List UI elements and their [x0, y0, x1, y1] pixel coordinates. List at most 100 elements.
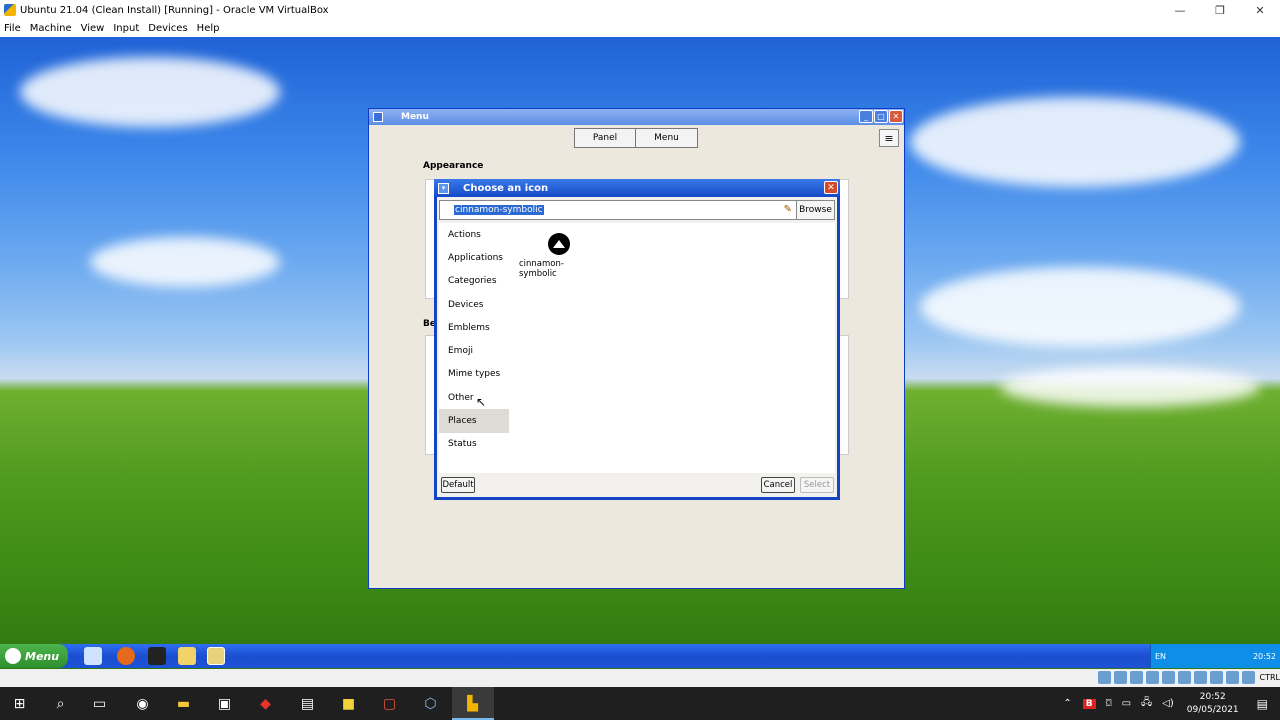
- start-menu-button[interactable]: Menu: [0, 644, 68, 668]
- terminal-icon[interactable]: [148, 647, 166, 665]
- category-places[interactable]: Places: [439, 409, 509, 433]
- cinnamon-logo-icon: [5, 648, 21, 664]
- search-icon[interactable]: ⌕: [51, 694, 70, 713]
- vbox-statusbar: CTRL: [0, 669, 1280, 687]
- battery-icon[interactable]: ▭: [1122, 698, 1131, 709]
- windows-taskbar: ⊞ ⌕ ▭ ◉ ▬ ▣ ◆ ▤ ■ ▢ ⬡ ▙ ⌃ B ⌼ ▭ 🖧 ◁) 20:…: [0, 687, 1280, 720]
- dialog-title: Choose an icon: [463, 182, 549, 194]
- menu-input[interactable]: Input: [113, 23, 139, 34]
- volume-icon[interactable]: ◁): [1162, 698, 1174, 709]
- app-cube-icon[interactable]: ⬡: [421, 694, 440, 713]
- tab-menu[interactable]: Menu: [636, 128, 698, 148]
- firefox-icon[interactable]: [117, 647, 135, 665]
- hamburger-menu-button[interactable]: ≡: [879, 129, 899, 147]
- default-button[interactable]: Default: [441, 477, 475, 493]
- cinnamon-icon: [548, 233, 570, 255]
- recording-icon[interactable]: [1209, 671, 1223, 684]
- start-label: Menu: [25, 649, 60, 663]
- menu-window-titlebar[interactable]: Menu _ □ ✕: [369, 109, 904, 125]
- category-list: Actions Applications Categories Devices …: [439, 223, 509, 456]
- menu-window-title: Menu: [401, 112, 429, 122]
- close-button[interactable]: ✕: [1240, 0, 1280, 20]
- app-red-diamond-icon[interactable]: ◆: [256, 694, 275, 713]
- clock-time: 20:52: [1199, 691, 1226, 702]
- wallpaper-cloud: [20, 57, 280, 127]
- mouse-pointer-icon: ↖: [476, 395, 487, 409]
- menu-file[interactable]: File: [4, 23, 21, 34]
- cancel-button[interactable]: Cancel: [761, 477, 795, 493]
- icon-result[interactable]: cinnamon-symbolic: [519, 233, 599, 279]
- clear-search-icon[interactable]: ✎: [784, 204, 792, 215]
- notifications-icon[interactable]: ▤: [1257, 697, 1268, 711]
- store-icon[interactable]: ▣: [215, 694, 234, 713]
- category-emoji[interactable]: Emoji: [439, 339, 509, 362]
- shared-folders-icon[interactable]: [1177, 671, 1191, 684]
- menu-devices[interactable]: Devices: [148, 23, 187, 34]
- clock-date: 09/05/2021: [1186, 704, 1239, 715]
- category-emblems[interactable]: Emblems: [439, 316, 509, 339]
- close-icon[interactable]: ✕: [889, 110, 903, 123]
- window-menu-icon[interactable]: [373, 112, 383, 122]
- wallpaper-cloud: [920, 267, 1240, 347]
- browse-button[interactable]: Browse: [797, 200, 835, 220]
- dialog-close-button[interactable]: ✕: [824, 181, 838, 194]
- category-mime-types[interactable]: Mime types: [439, 363, 509, 386]
- wallpaper-cloud: [1000, 367, 1260, 407]
- category-other[interactable]: Other: [439, 386, 509, 409]
- keyboard-layout-indicator[interactable]: EN: [1155, 652, 1166, 661]
- minimize-icon[interactable]: _: [859, 110, 873, 123]
- wallpaper-cloud: [910, 97, 1240, 187]
- show-desktop-icon[interactable]: [84, 647, 102, 665]
- chrome-icon[interactable]: ◉: [133, 694, 152, 713]
- task-view-icon[interactable]: ▭: [90, 694, 109, 713]
- usb-icon[interactable]: [1161, 671, 1175, 684]
- virtualbox-app-icon: [4, 4, 16, 16]
- files-icon[interactable]: [178, 647, 196, 665]
- maximize-button[interactable]: ❐: [1200, 0, 1240, 20]
- network-tray-icon[interactable]: 🖧: [1141, 695, 1152, 712]
- vbox-menubar: File Machine View Input Devices Help: [0, 20, 1280, 37]
- category-status[interactable]: Status: [439, 433, 509, 456]
- app-tool-icon[interactable]: ▤: [298, 694, 317, 713]
- guest-clock[interactable]: 20:52: [1253, 652, 1276, 661]
- bitdefender-icon[interactable]: B: [1082, 698, 1096, 709]
- category-categories[interactable]: Categories: [439, 270, 509, 293]
- virtualbox-icon: ▙: [467, 695, 478, 712]
- dialog-titlebar[interactable]: ▾ Choose an icon ✕: [434, 179, 840, 197]
- minimize-button[interactable]: —: [1160, 0, 1200, 20]
- maximize-icon[interactable]: □: [874, 110, 888, 123]
- category-devices[interactable]: Devices: [439, 293, 509, 316]
- file-explorer-icon[interactable]: ▬: [174, 694, 193, 713]
- settings-tabbar: Panel Menu: [574, 128, 698, 148]
- running-app-icon[interactable]: [207, 647, 225, 665]
- icon-search-input[interactable]: cinnamon-symbolic ✎: [439, 200, 797, 220]
- appearance-heading: Appearance: [423, 161, 484, 171]
- menu-help[interactable]: Help: [197, 23, 220, 34]
- audio-icon[interactable]: [1129, 671, 1143, 684]
- mouse-integration-icon[interactable]: [1241, 671, 1255, 684]
- select-button[interactable]: Select: [800, 477, 834, 493]
- vbox-titlebar: Ubuntu 21.04 (Clean Install) [Running] -…: [0, 0, 1280, 20]
- choose-icon-dialog: ▾ Choose an icon ✕ cinnamon-symbolic ✎ B…: [434, 179, 840, 500]
- network-icon[interactable]: [1145, 671, 1159, 684]
- menu-view[interactable]: View: [81, 23, 105, 34]
- category-applications[interactable]: Applications: [439, 246, 509, 269]
- search-value: cinnamon-symbolic: [454, 205, 544, 215]
- wallpaper-cloud: [90, 237, 280, 287]
- optical-drive-icon[interactable]: [1113, 671, 1127, 684]
- show-hidden-icons-icon[interactable]: ⌃: [1063, 698, 1071, 709]
- cpu-icon[interactable]: [1225, 671, 1239, 684]
- windows-clock[interactable]: 20:52 09/05/2021: [1187, 691, 1239, 717]
- app-orange-icon[interactable]: ▢: [380, 694, 399, 713]
- window-menu-icon[interactable]: ▾: [438, 182, 449, 194]
- tab-panel[interactable]: Panel: [574, 128, 636, 148]
- display-icon[interactable]: [1193, 671, 1207, 684]
- icon-browser: Actions Applications Categories Devices …: [439, 223, 835, 473]
- category-actions[interactable]: Actions: [439, 223, 509, 246]
- windows-tray: ⌃ B ⌼ ▭ 🖧 ◁) 20:52 09/05/2021 ▤: [1057, 687, 1280, 720]
- usb-tray-icon[interactable]: ⌼: [1106, 698, 1112, 709]
- windows-start-icon[interactable]: ⊞: [10, 694, 29, 713]
- sticky-notes-icon[interactable]: ■: [339, 694, 358, 713]
- menu-machine[interactable]: Machine: [30, 23, 72, 34]
- hard-disk-icon[interactable]: [1097, 671, 1111, 684]
